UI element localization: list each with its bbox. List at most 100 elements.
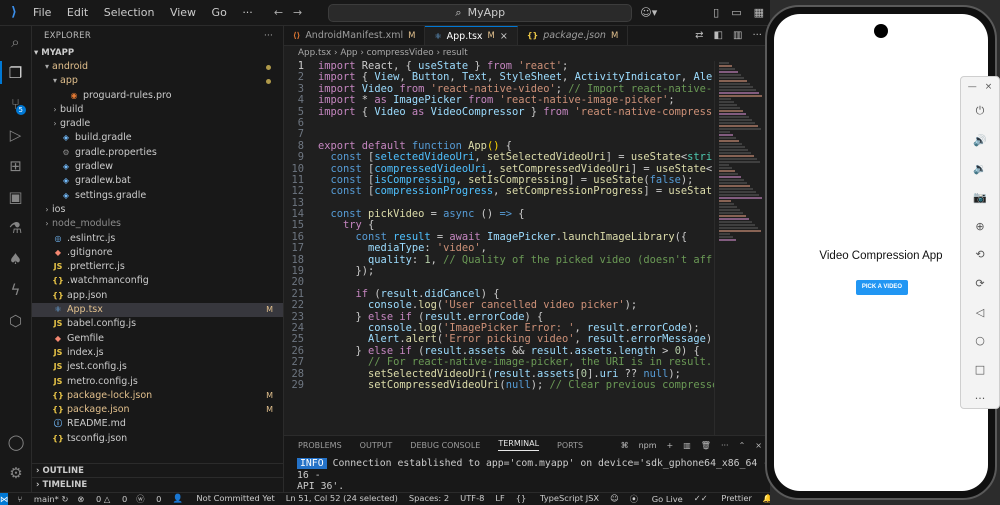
file-item[interactable]: ◆ Gemfile	[32, 332, 283, 346]
kill-terminal-icon[interactable]: 🗑	[701, 441, 711, 450]
add-terminal-icon[interactable]: +	[667, 441, 674, 450]
pick-video-button[interactable]: PICK A VIDEO	[856, 280, 908, 295]
copilot-status-icon[interactable]: ☺	[610, 493, 619, 505]
remote-icon[interactable]: ⋈	[0, 492, 9, 505]
minimize-icon[interactable]: —	[968, 82, 977, 92]
close-panel-icon[interactable]: ×	[755, 441, 762, 450]
minimap[interactable]	[714, 61, 770, 435]
tab-output[interactable]: OUTPUT	[360, 441, 393, 450]
camera-icon[interactable]: 📷	[961, 183, 999, 212]
indentation[interactable]: Spaces: 2	[409, 493, 449, 505]
go-live-button[interactable]: ⦿ Go Live	[630, 493, 683, 505]
forward-arrow-icon[interactable]: →	[293, 6, 302, 19]
file-item[interactable]: ◈ gradlew	[32, 160, 283, 174]
remote-explorer-icon[interactable]: ▣	[0, 181, 31, 212]
tab-debug-console[interactable]: DEBUG CONSOLE	[410, 441, 480, 450]
file-item[interactable]: {} tsconfig.json	[32, 432, 283, 446]
layout-icon[interactable]: ▦	[754, 6, 764, 19]
folder-item[interactable]: ▾ android	[32, 60, 283, 74]
menu-file[interactable]: File	[33, 6, 51, 19]
more-icon[interactable]: ···	[961, 384, 999, 413]
folder-item[interactable]: ▾ app	[32, 74, 283, 88]
split-editor-icon[interactable]: ▥	[733, 30, 742, 41]
terminal-shell-name[interactable]: npm	[639, 441, 657, 450]
menu-go[interactable]: Go	[212, 6, 227, 19]
manage-gear-icon[interactable]: ⚙	[0, 457, 32, 488]
toggle-panel-icon[interactable]: ▭	[731, 6, 741, 19]
line-ending[interactable]: LF	[495, 493, 504, 505]
tab-androidmanifest[interactable]: ⟨⟩ AndroidManifest.xml M	[284, 26, 426, 45]
accounts-icon[interactable]: ◯	[0, 426, 32, 457]
close-icon[interactable]: ×	[500, 31, 508, 42]
folder-item[interactable]: › gradle	[32, 117, 283, 131]
timeline-section[interactable]: › TIMELINE	[32, 477, 284, 491]
file-item[interactable]: ◎ .eslintrc.js	[32, 232, 283, 246]
phone-screen[interactable]: Video Compression App PICK A VIDEO	[774, 14, 988, 491]
file-item[interactable]: JS jest.config.js	[32, 360, 283, 374]
zoom-icon[interactable]: ⊕	[961, 212, 999, 241]
tab-problems[interactable]: PROBLEMS	[298, 441, 342, 450]
toggle-sidebar-icon[interactable]: ▯	[713, 6, 719, 19]
menu-edit[interactable]: Edit	[67, 6, 88, 19]
volume-down-icon[interactable]: 🔉	[961, 154, 999, 183]
tab-terminal[interactable]: TERMINAL	[498, 439, 540, 451]
file-item[interactable]: {} package-lock.json M	[32, 389, 283, 403]
tab-package-json[interactable]: {} package.json M	[518, 26, 629, 45]
encoding[interactable]: UTF-8	[460, 493, 484, 505]
folder-item[interactable]: › node_modules	[32, 217, 283, 231]
branch-status[interactable]: ⑂ main* ↻	[17, 494, 68, 504]
file-item[interactable]: JS metro.config.js	[32, 375, 283, 389]
file-item[interactable]: ◈ build.gradle	[32, 131, 283, 145]
file-item[interactable]: ⚙ gradle.properties	[32, 146, 283, 160]
compare-icon[interactable]: ⇄	[695, 30, 703, 41]
git-blame-status[interactable]: 👤 Not Committed Yet	[172, 493, 274, 505]
editor-more-icon[interactable]: ···	[752, 30, 762, 41]
panel-more-icon[interactable]: ···	[721, 441, 729, 450]
cursor-position[interactable]: Ln 51, Col 52 (24 selected)	[286, 493, 398, 505]
rotate-left-icon[interactable]: ⟲	[961, 240, 999, 269]
volume-up-icon[interactable]: 🔊	[961, 126, 999, 155]
command-center-search[interactable]: ⌕ MyApp	[328, 3, 633, 22]
ports-status[interactable]: ⓦ 0	[136, 493, 161, 505]
file-item[interactable]: ⓘ README.md	[32, 417, 283, 431]
close-icon[interactable]: ×	[985, 82, 993, 92]
home-icon[interactable]: ○	[961, 327, 999, 356]
file-item[interactable]: {} app.json	[32, 289, 283, 303]
back-arrow-icon[interactable]: ←	[274, 6, 283, 19]
file-item[interactable]: JS babel.config.js	[32, 317, 283, 331]
file-item[interactable]: JS index.js	[32, 346, 283, 360]
breadcrumb[interactable]: App.tsx › App › compressVideo › result	[284, 46, 770, 61]
explorer-more-icon[interactable]: ···	[264, 26, 273, 46]
more-menu-icon[interactable]: ···	[242, 6, 253, 19]
file-item[interactable]: ◆ .gitignore	[32, 246, 283, 260]
docker-icon[interactable]: ⬡	[0, 305, 31, 336]
language-mode[interactable]: {} TypeScript JSX	[516, 493, 599, 505]
explorer-icon[interactable]: ❐	[0, 57, 31, 88]
source-control-icon[interactable]: ⑂ 5	[0, 88, 31, 119]
folder-item[interactable]: › ios	[32, 203, 283, 217]
testing-icon[interactable]: ⚗	[0, 212, 31, 243]
outline-section[interactable]: › OUTLINE	[32, 463, 284, 477]
tab-ports[interactable]: PORTS	[557, 441, 583, 450]
mongodb-icon[interactable]: ♠	[0, 243, 31, 274]
project-root[interactable]: ▾ MYAPP	[32, 46, 283, 60]
thunder-icon[interactable]: ϟ	[0, 274, 31, 305]
menu-selection[interactable]: Selection	[104, 6, 155, 19]
run-debug-icon[interactable]: ▷	[0, 119, 31, 150]
folder-item[interactable]: › build	[32, 103, 283, 117]
file-item[interactable]: JS .prettierrc.js	[32, 260, 283, 274]
power-icon[interactable]: ⏻	[961, 97, 999, 126]
problems-status[interactable]: ⊗ 0 △ 0	[77, 494, 127, 504]
file-item[interactable]: ◈ settings.gradle	[32, 189, 283, 203]
open-changes-icon[interactable]: ◧	[714, 30, 723, 41]
file-item[interactable]: {} package.json M	[32, 403, 283, 417]
overview-icon[interactable]: □	[961, 355, 999, 384]
prettier-status[interactable]: ✓✓ Prettier	[694, 493, 752, 505]
code-editor[interactable]: 1 import React, { useState } from 'react'…	[284, 61, 714, 435]
back-icon[interactable]: ◁	[961, 298, 999, 327]
file-item[interactable]: ◉ proguard-rules.pro	[32, 89, 283, 103]
file-item[interactable]: ⚛ App.tsx M	[32, 303, 283, 318]
extensions-icon[interactable]: ⊞	[0, 150, 31, 181]
split-terminal-icon[interactable]: ▥	[683, 441, 691, 450]
search-view-icon[interactable]: ⌕	[0, 26, 31, 57]
